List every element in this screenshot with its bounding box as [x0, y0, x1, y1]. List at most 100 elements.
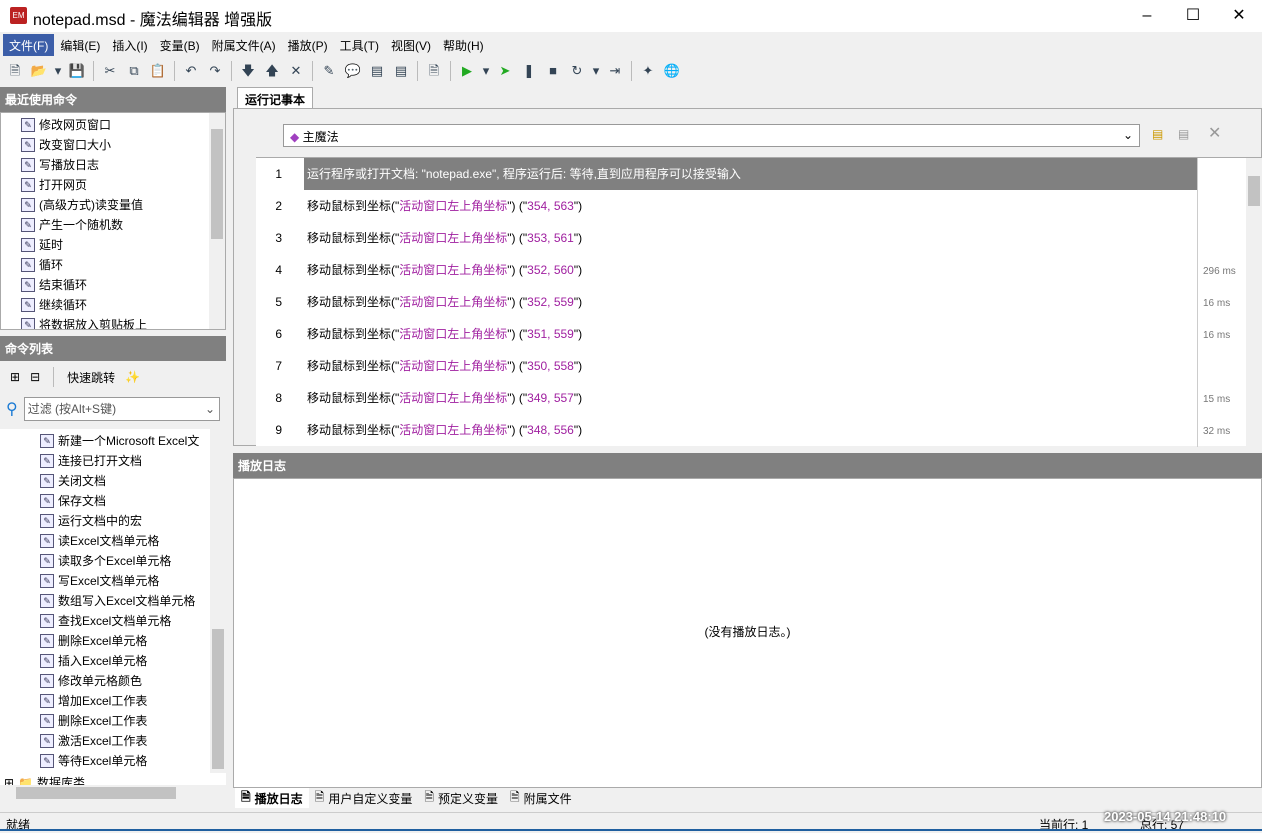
- list-item[interactable]: ✎ 循环: [21, 255, 225, 275]
- chevron-down-icon[interactable]: ⌄: [1123, 128, 1133, 143]
- chevron-down-icon[interactable]: ⌄: [205, 398, 219, 420]
- list-item[interactable]: ✎ 数组写入Excel文档单元格: [40, 591, 226, 611]
- tab-run-notepad[interactable]: 运行记事本: [237, 87, 313, 109]
- bottom-tab[interactable]: 🗎 播放日志: [235, 788, 309, 808]
- browser-icon[interactable]: 🌐: [661, 60, 683, 82]
- list-item[interactable]: ✎ 改变窗口大小: [21, 135, 225, 155]
- stop-icon[interactable]: ■: [542, 60, 564, 82]
- list-item[interactable]: ✎ 修改单元格颜色: [40, 671, 226, 691]
- undo-icon[interactable]: ↶: [180, 60, 202, 82]
- move-up-icon[interactable]: 🡅: [261, 60, 283, 82]
- redo-icon[interactable]: ↷: [204, 60, 226, 82]
- bottom-tab[interactable]: 🗎 预定义变量: [418, 788, 504, 808]
- function-list-icon[interactable]: ▤: [1178, 127, 1189, 141]
- menu-item[interactable]: 附属文件(A): [206, 34, 282, 56]
- toolbar-separator: [417, 61, 418, 81]
- step-icon[interactable]: ➤: [494, 60, 516, 82]
- list-item[interactable]: ✎ 读Excel文档单元格: [40, 531, 226, 551]
- menu-item[interactable]: 播放(P): [282, 34, 334, 56]
- list-item[interactable]: ✎ 等待Excel单元格: [40, 751, 226, 771]
- list-item[interactable]: ✎ 读取多个Excel单元格: [40, 551, 226, 571]
- menu-item[interactable]: 工具(T): [334, 34, 385, 56]
- list-icon[interactable]: ▤: [366, 60, 388, 82]
- list-item[interactable]: ✎ 写播放日志: [21, 155, 225, 175]
- add-function-icon[interactable]: ▤: [1152, 127, 1163, 141]
- save-icon[interactable]: 💾: [66, 60, 88, 82]
- paste-icon[interactable]: 📋: [147, 60, 169, 82]
- collapse-all-icon[interactable]: ⊟: [30, 370, 40, 384]
- menu-item[interactable]: 文件(F): [3, 34, 55, 56]
- menu-item[interactable]: 帮助(H): [437, 34, 490, 56]
- list-item[interactable]: ✎ 继续循环: [21, 295, 225, 315]
- minimize-button[interactable]: –: [1124, 0, 1170, 32]
- list-item[interactable]: ✎ 增加Excel工作表: [40, 691, 226, 711]
- maximize-button[interactable]: ☐: [1170, 0, 1216, 32]
- list-item[interactable]: ✎ 连接已打开文档: [40, 451, 226, 471]
- dropdown-icon[interactable]: ▾: [52, 60, 64, 82]
- code-row[interactable]: 8 移动鼠标到坐标("活动窗口左上角坐标") ("349, 557") 15 ms: [256, 382, 1246, 414]
- function-select[interactable]: ◆ 主魔法 ⌄: [283, 124, 1140, 147]
- list-item[interactable]: ✎ 关闭文档: [40, 471, 226, 491]
- list-item[interactable]: ✎ 结束循环: [21, 275, 225, 295]
- delete-function-icon[interactable]: ✕: [1208, 123, 1221, 143]
- cursor-icon[interactable]: ✦: [637, 60, 659, 82]
- list-item[interactable]: ✎ (高级方式)读变量值: [21, 195, 225, 215]
- code-row[interactable]: 1 运行程序或打开文档: "notepad.exe", 程序运行后: 等待,直到应…: [256, 158, 1246, 190]
- delete-icon[interactable]: ✕: [285, 60, 307, 82]
- script-icon[interactable]: 🗎: [423, 60, 445, 82]
- code-row[interactable]: 6 移动鼠标到坐标("活动窗口左上角坐标") ("351, 559") 16 ms: [256, 318, 1246, 350]
- dropdown-icon[interactable]: ▾: [480, 60, 492, 82]
- list-item[interactable]: ✎ 运行文档中的宏: [40, 511, 226, 531]
- command-icon: ✎: [40, 594, 54, 608]
- list-item[interactable]: ✎ 将数据放入剪贴板上: [21, 315, 225, 329]
- comment-icon[interactable]: 💬: [342, 60, 364, 82]
- list-item[interactable]: ✎ 写Excel文档单元格: [40, 571, 226, 591]
- copy-icon[interactable]: ⧉: [123, 60, 145, 82]
- bottom-tab[interactable]: 🗎 附属文件: [504, 788, 578, 808]
- edit-icon[interactable]: ✎: [318, 60, 340, 82]
- list-item[interactable]: ✎ 新建一个Microsoft Excel文: [40, 431, 226, 451]
- list-item[interactable]: ✎ 产生一个随机数: [21, 215, 225, 235]
- cut-icon[interactable]: ✂: [99, 60, 121, 82]
- jump-icon[interactable]: ✨: [125, 370, 140, 384]
- close-button[interactable]: ✕: [1216, 0, 1262, 32]
- bottom-tab[interactable]: 🗎 用户自定义变量: [309, 788, 419, 808]
- menu-item[interactable]: 视图(V): [385, 34, 437, 56]
- list-item[interactable]: ✎ 打开网页: [21, 175, 225, 195]
- dropdown-icon[interactable]: ▾: [590, 60, 602, 82]
- list-item[interactable]: ✎ 激活Excel工作表: [40, 731, 226, 751]
- list-item[interactable]: ✎ 保存文档: [40, 491, 226, 511]
- menu-item[interactable]: 编辑(E): [54, 34, 106, 56]
- new-icon[interactable]: 🗎: [4, 60, 26, 82]
- command-scrollbar[interactable]: [210, 429, 226, 773]
- command-hscrollbar[interactable]: [0, 785, 226, 801]
- menu-item[interactable]: 插入(I): [106, 34, 153, 56]
- move-down-icon[interactable]: 🡇: [237, 60, 259, 82]
- pause-icon[interactable]: ❚: [518, 60, 540, 82]
- quick-jump-button[interactable]: 快速跳转: [67, 369, 115, 386]
- list-item[interactable]: ✎ 插入Excel单元格: [40, 651, 226, 671]
- recent-scrollbar[interactable]: [209, 113, 225, 329]
- code-scrollbar[interactable]: [1246, 158, 1262, 447]
- expand-all-icon[interactable]: ⊞: [10, 370, 20, 384]
- list-item[interactable]: ✎ 查找Excel文档单元格: [40, 611, 226, 631]
- code-row[interactable]: 5 移动鼠标到坐标("活动窗口左上角坐标") ("352, 559") 16 ms: [256, 286, 1246, 318]
- list-item[interactable]: ✎ 延时: [21, 235, 225, 255]
- filter-input[interactable]: 过滤 (按Alt+S键) ⌄: [23, 397, 220, 421]
- play-icon[interactable]: ▶: [456, 60, 478, 82]
- code-row[interactable]: 4 移动鼠标到坐标("活动窗口左上角坐标") ("352, 560") 296 ms: [256, 254, 1246, 286]
- menu-item[interactable]: 变量(B): [154, 34, 206, 56]
- code-row[interactable]: 7 移动鼠标到坐标("活动窗口左上角坐标") ("350, 558"): [256, 350, 1246, 382]
- jump-icon[interactable]: ⇥: [604, 60, 626, 82]
- line-number: 5: [275, 295, 282, 309]
- panel-icon[interactable]: ▤: [390, 60, 412, 82]
- loop-icon[interactable]: ↻: [566, 60, 588, 82]
- list-item[interactable]: ✎ 删除Excel工作表: [40, 711, 226, 731]
- code-row[interactable]: 3 移动鼠标到坐标("活动窗口左上角坐标") ("353, 561"): [256, 222, 1246, 254]
- open-icon[interactable]: 📂: [28, 60, 50, 82]
- command-icon: ✎: [21, 318, 35, 329]
- list-item[interactable]: ✎ 删除Excel单元格: [40, 631, 226, 651]
- list-item[interactable]: ✎ 修改网页窗口: [21, 115, 225, 135]
- code-row[interactable]: 9 移动鼠标到坐标("活动窗口左上角坐标") ("348, 556") 32 ms: [256, 414, 1246, 446]
- code-row[interactable]: 2 移动鼠标到坐标("活动窗口左上角坐标") ("354, 563"): [256, 190, 1246, 222]
